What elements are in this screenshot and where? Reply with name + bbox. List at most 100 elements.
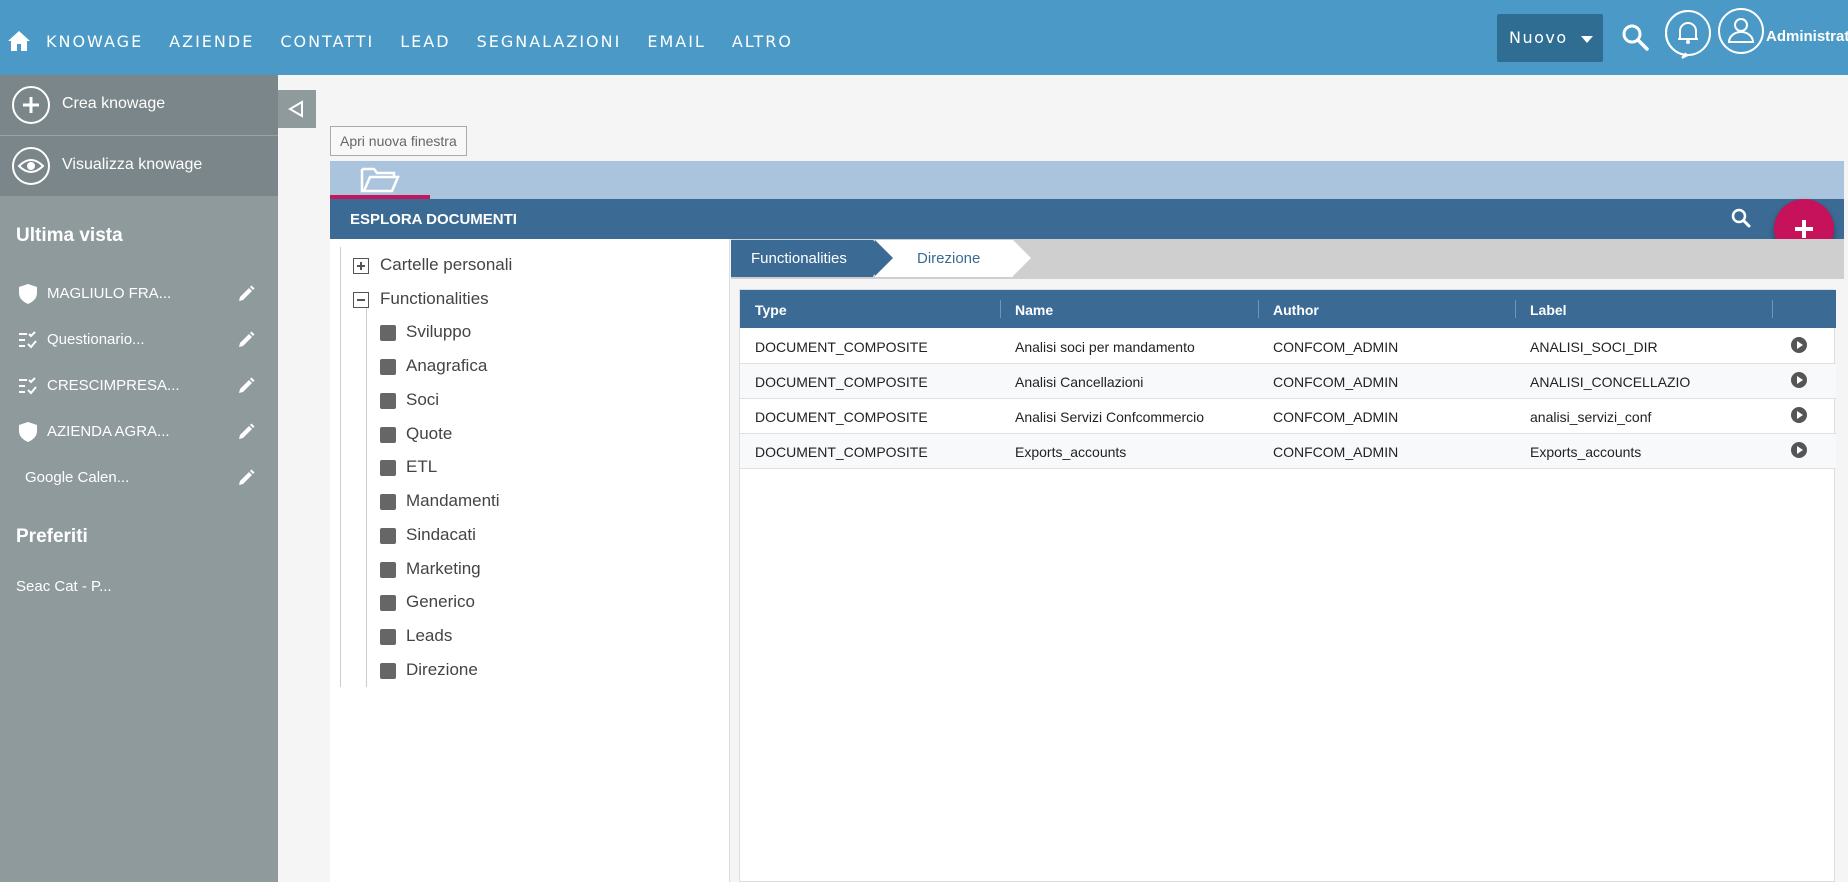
play-icon[interactable] [1791, 337, 1807, 353]
nav-item-email[interactable]: EMAIL [647, 32, 706, 51]
view-knowage-button[interactable]: Visualizza knowage [0, 136, 278, 196]
tree-node-label: Soci [406, 390, 440, 409]
recent-item[interactable]: AZIENDA AGRA... [0, 412, 278, 452]
column-header-label[interactable]: Label [1530, 302, 1567, 318]
home-icon[interactable] [7, 29, 31, 53]
tree-guide-line [366, 307, 367, 687]
folder-tree: Cartelle personali Functionalities Svilu… [330, 239, 730, 882]
column-header-type[interactable]: Type [755, 302, 787, 318]
cell-name: Analisi Cancellazioni [1015, 374, 1144, 390]
collapse-icon[interactable] [353, 292, 369, 308]
cell-type: DOCUMENT_COMPOSITE [755, 374, 928, 390]
checklist-icon [19, 331, 37, 349]
column-header-name[interactable]: Name [1015, 302, 1053, 318]
user-icon [1727, 18, 1755, 43]
recent-section-title: Ultima vista [16, 225, 123, 246]
tree-node-label: ETL [406, 457, 438, 476]
user-avatar[interactable] [1718, 8, 1764, 54]
cell-label: ANALISI_SOCI_DIR [1530, 339, 1658, 355]
nav-item-aziende[interactable]: AZIENDE [169, 32, 254, 51]
pencil-icon[interactable] [236, 376, 256, 396]
pencil-icon[interactable] [236, 422, 256, 442]
table-header: Type Name Author Label [740, 290, 1836, 328]
recent-item[interactable]: Google Calen... [0, 458, 278, 498]
tree-node-label: Direzione [406, 660, 478, 679]
pencil-icon[interactable] [236, 468, 256, 488]
play-icon[interactable] [1791, 372, 1807, 388]
new-record-button[interactable]: Nuovo [1497, 14, 1603, 62]
create-knowage-button[interactable]: Crea knowage [0, 75, 278, 136]
folder-open-icon[interactable] [360, 165, 400, 193]
tree-node-label: Cartelle personali [380, 255, 513, 274]
nav-item-lead[interactable]: LEAD [400, 32, 450, 51]
tree-node-label: Leads [406, 626, 453, 645]
folder-icon [380, 629, 396, 645]
open-new-window-button[interactable]: Apri nuova finestra [330, 126, 467, 156]
expand-icon[interactable] [353, 258, 369, 274]
folder-icon [380, 494, 396, 510]
tree-node-label: Anagrafica [406, 356, 488, 375]
cell-name: Analisi soci per mandamento [1015, 339, 1195, 355]
main-nav: KNOWAGE AZIENDE CONTATTI LEAD SEGNALAZIO… [46, 32, 819, 51]
cell-label: analisi_servizi_conf [1530, 409, 1652, 425]
tree-guide-line [340, 247, 341, 687]
shield-icon [19, 422, 37, 442]
eye-icon [12, 147, 50, 185]
cell-author: CONFCOM_ADMIN [1273, 339, 1399, 355]
folder-icon [380, 595, 396, 611]
favorite-item[interactable]: Seac Cat - P... [16, 578, 112, 595]
favorites-section-title: Preferiti [16, 526, 88, 547]
caret-down-icon [1581, 36, 1593, 43]
table-row[interactable]: DOCUMENT_COMPOSITE Analisi Servizi Confc… [740, 399, 1836, 434]
notifications-bell-icon[interactable] [1664, 9, 1712, 59]
checklist-icon [19, 377, 37, 395]
nav-item-segnalazioni[interactable]: SEGNALAZIONI [477, 32, 622, 51]
cell-author: CONFCOM_ADMIN [1273, 374, 1399, 390]
top-navigation-bar: KNOWAGE AZIENDE CONTATTI LEAD SEGNALAZIO… [0, 0, 1848, 75]
recent-item[interactable]: MAGLIULO FRA... [0, 274, 278, 314]
cell-type: DOCUMENT_COMPOSITE [755, 409, 928, 425]
cell-name: Exports_accounts [1015, 444, 1127, 460]
tree-node-label: Sviluppo [406, 322, 472, 341]
column-separator [1000, 300, 1001, 318]
recent-item-label: AZIENDA AGRA... [47, 423, 170, 440]
panel-title: ESPLORA DOCUMENTI [330, 199, 1844, 239]
collapse-sidebar-button[interactable] [278, 90, 316, 128]
recent-item[interactable]: CRESCIMPRESA... [0, 366, 278, 406]
breadcrumb-item-direzione[interactable]: Direzione [875, 240, 1031, 277]
column-separator [1258, 300, 1259, 318]
folder-icon [380, 393, 396, 409]
column-separator [1772, 300, 1773, 318]
search-icon[interactable] [1620, 22, 1650, 52]
pencil-icon[interactable] [236, 330, 256, 350]
tree-node-label: Marketing [406, 559, 481, 578]
folder-icon [380, 427, 396, 443]
nav-item-knowage[interactable]: KNOWAGE [46, 32, 143, 51]
user-name[interactable]: Administrat [1766, 28, 1848, 45]
nav-item-contatti[interactable]: CONTATTI [280, 32, 374, 51]
column-separator [1515, 300, 1516, 318]
play-icon[interactable] [1791, 442, 1807, 458]
plus-circle-icon [12, 86, 50, 124]
pencil-icon[interactable] [236, 284, 256, 304]
documents-table: Type Name Author Label DOCUMENT_COMPOSIT… [739, 289, 1836, 882]
folder-icon [380, 562, 396, 578]
table-row[interactable]: DOCUMENT_COMPOSITE Exports_accounts CONF… [740, 434, 1836, 469]
column-header-author[interactable]: Author [1273, 302, 1319, 318]
folder-icon [380, 460, 396, 476]
recent-item[interactable]: Questionario... [0, 320, 278, 360]
cell-label: Exports_accounts [1530, 444, 1642, 460]
folder-icon [380, 325, 396, 341]
cell-type: DOCUMENT_COMPOSITE [755, 339, 928, 355]
table-row[interactable]: DOCUMENT_COMPOSITE Analisi Cancellazioni… [740, 364, 1836, 399]
search-icon[interactable] [1730, 207, 1752, 229]
cell-author: CONFCOM_ADMIN [1273, 409, 1399, 425]
document-tab-strip [330, 161, 1844, 199]
recent-item-label: Google Calen... [25, 469, 130, 486]
recent-item-label: CRESCIMPRESA... [47, 377, 180, 394]
play-icon[interactable] [1791, 407, 1807, 423]
folder-icon [380, 663, 396, 679]
table-row[interactable]: DOCUMENT_COMPOSITE Analisi soci per mand… [740, 329, 1836, 364]
nav-item-altro[interactable]: ALTRO [732, 32, 793, 51]
breadcrumb-item-functionalities[interactable]: Functionalities [731, 240, 891, 277]
